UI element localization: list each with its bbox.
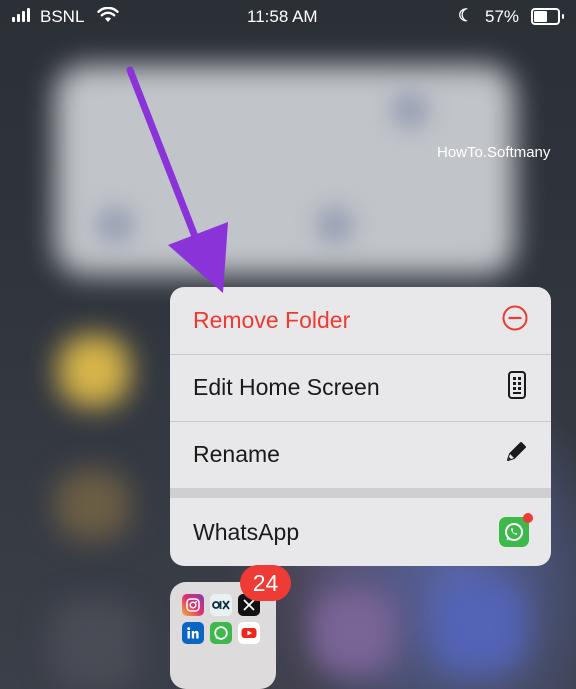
notification-badge: 24 bbox=[240, 565, 291, 601]
